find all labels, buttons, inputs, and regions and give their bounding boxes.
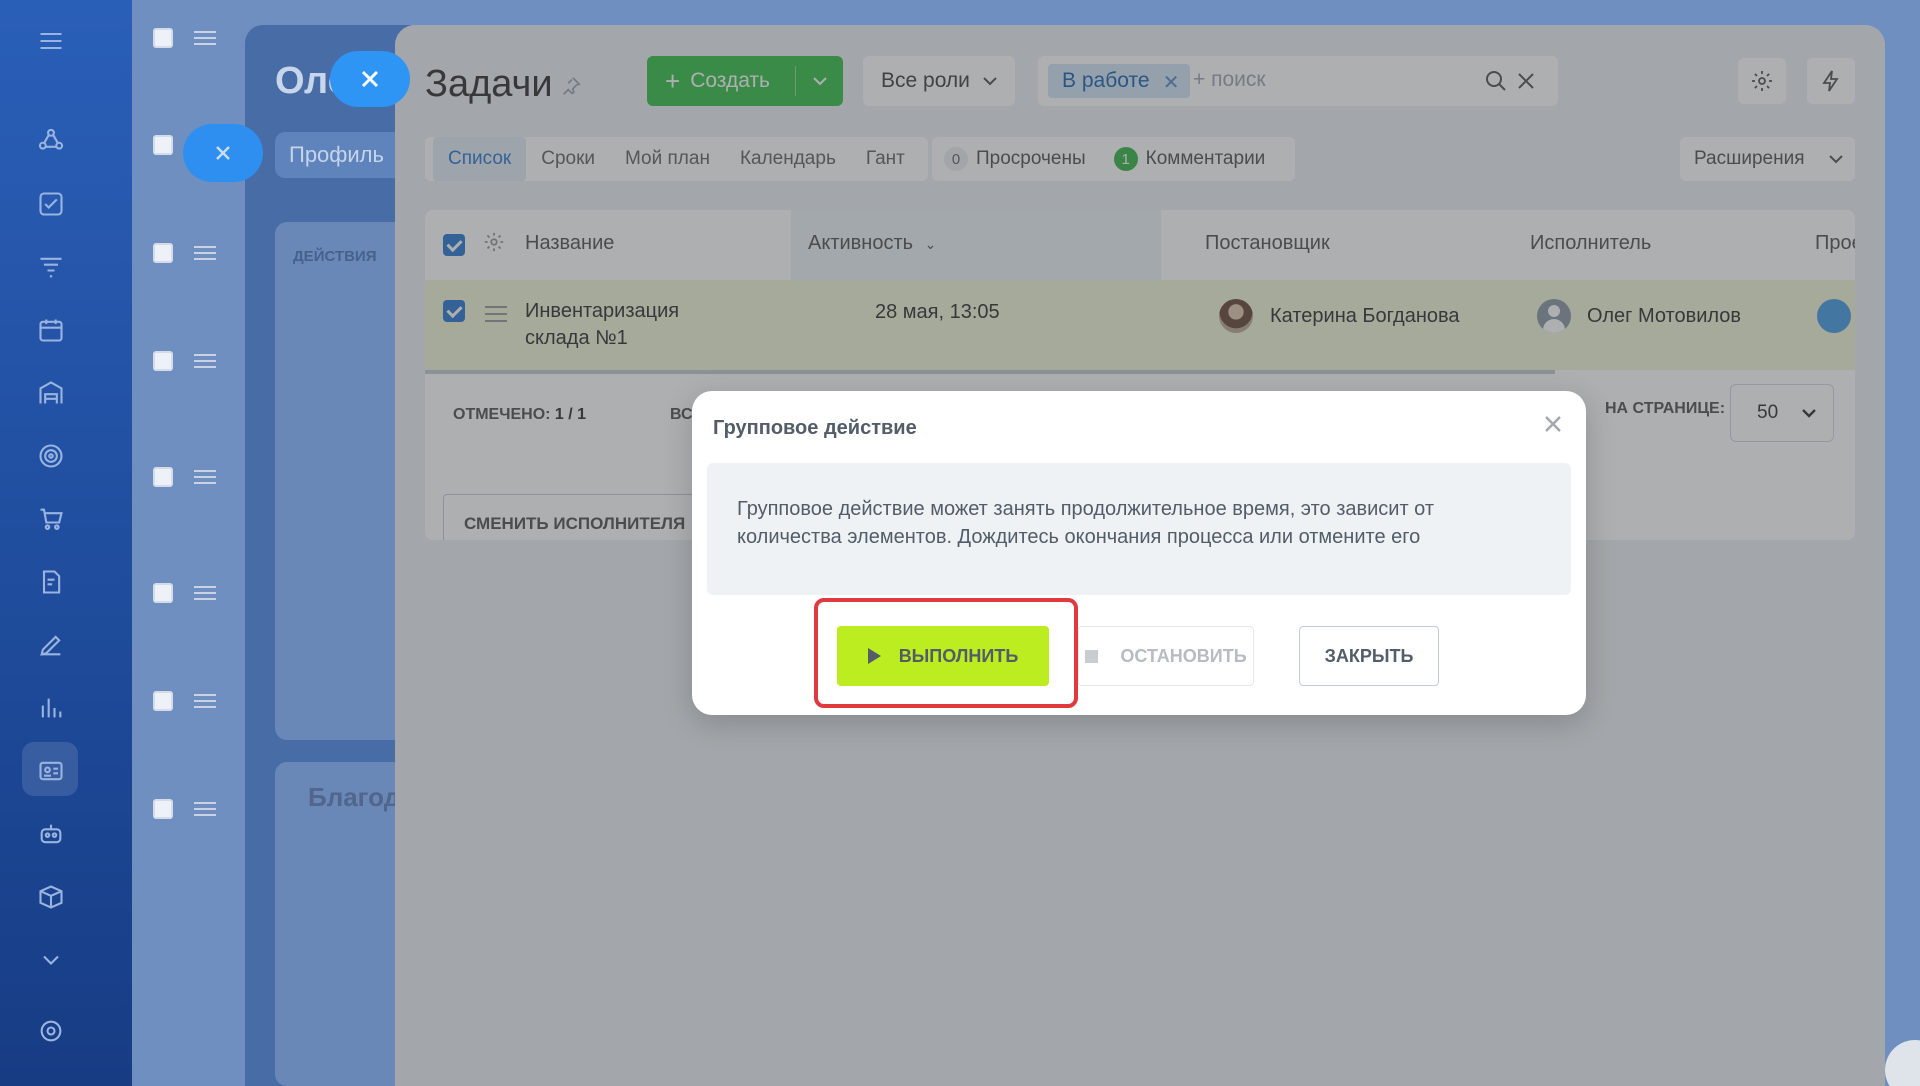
- dialog-message: Групповое действие может занять продолжи…: [707, 463, 1571, 595]
- close-icon: [1545, 416, 1561, 432]
- warehouse-icon[interactable]: [36, 378, 66, 408]
- background-row-checkbox: [153, 135, 173, 155]
- stop-button[interactable]: ОСТАНОВИТЬ: [1078, 626, 1254, 686]
- settings-icon[interactable]: [36, 1016, 66, 1046]
- background-row-menu-icon: [194, 586, 216, 600]
- background-row-checkbox: [153, 799, 173, 819]
- id-card-icon[interactable]: [36, 756, 66, 786]
- actions-label: ДЕЙСТВИЯ: [293, 248, 377, 265]
- close-icon: [361, 70, 379, 88]
- play-icon: [867, 648, 881, 664]
- document-sign-icon[interactable]: [36, 567, 66, 597]
- profile-tab[interactable]: Профиль: [275, 132, 405, 178]
- gratitude-title: Благод: [308, 782, 401, 812]
- pen-icon[interactable]: [36, 630, 66, 660]
- group-action-dialog: Групповое действие Групповое действие мо…: [692, 391, 1586, 715]
- slider-close-button[interactable]: [330, 51, 410, 107]
- background-row-menu-icon: [194, 694, 216, 708]
- background-close-button[interactable]: [183, 124, 263, 182]
- target-icon[interactable]: [36, 441, 66, 471]
- background-row-checkbox: [153, 351, 173, 371]
- stop-icon: [1085, 649, 1099, 663]
- robot-icon[interactable]: [36, 819, 66, 849]
- menu-icon[interactable]: [36, 26, 66, 56]
- background-row-checkbox: [153, 243, 173, 263]
- background-row-menu-icon: [194, 802, 216, 816]
- background-row-menu-icon: [194, 246, 216, 260]
- background-row-checkbox: [153, 583, 173, 603]
- background-row-checkbox: [153, 467, 173, 487]
- cart-icon[interactable]: [36, 504, 66, 534]
- background-row-checkbox: [153, 28, 173, 48]
- close-button[interactable]: ЗАКРЫТЬ: [1299, 626, 1439, 686]
- chevron-down-icon[interactable]: [36, 945, 66, 975]
- tasks-icon[interactable]: [36, 189, 66, 219]
- background-row-checkbox: [153, 691, 173, 711]
- background-row-menu-icon: [194, 470, 216, 484]
- run-button[interactable]: ВЫПОЛНИТЬ: [837, 626, 1049, 686]
- background-row-menu-icon: [194, 354, 216, 368]
- app-sidebar: [0, 0, 132, 1086]
- box-icon[interactable]: [36, 882, 66, 912]
- crm-icon[interactable]: [36, 126, 66, 156]
- analytics-icon[interactable]: [36, 693, 66, 723]
- background-row-menu-icon: [194, 31, 216, 45]
- calendar-icon[interactable]: [36, 315, 66, 345]
- dialog-title: Групповое действие: [713, 417, 917, 439]
- funnel-icon[interactable]: [36, 252, 66, 282]
- dialog-close-button[interactable]: [1542, 413, 1568, 439]
